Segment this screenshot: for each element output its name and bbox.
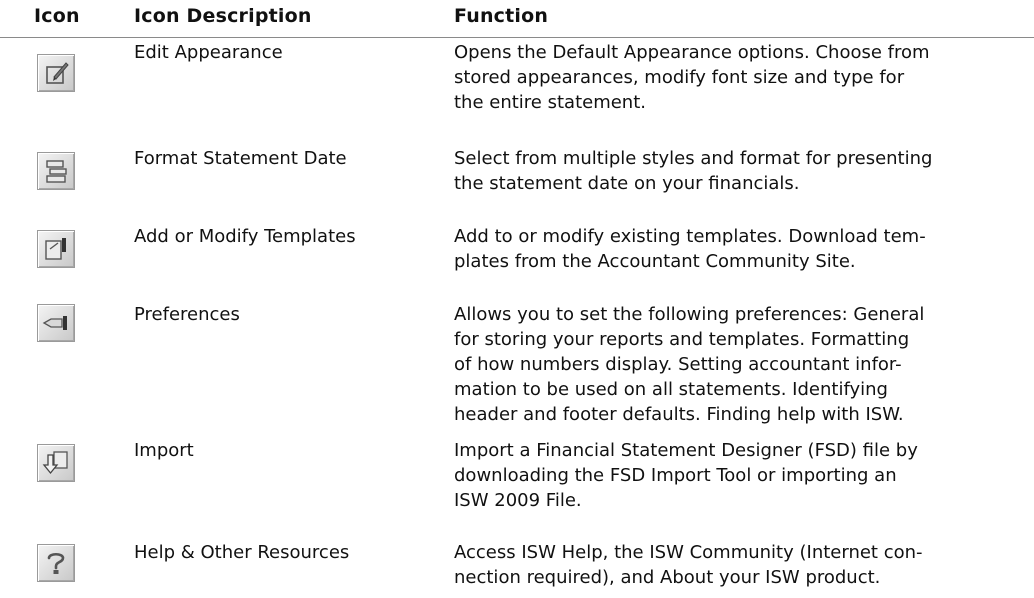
help-icon — [37, 544, 75, 582]
row-description: Edit Appearance — [134, 42, 283, 63]
row-description: Format Statement Date — [134, 148, 347, 169]
format-statement-date-icon — [37, 152, 75, 190]
header-function: Function — [454, 5, 549, 27]
header-icon-description: Icon Description — [134, 5, 312, 27]
table-header-row: Icon Icon Description Function — [0, 0, 1034, 30]
row-description: Add or Modify Templates — [134, 226, 356, 247]
row-function: Import a Financial Statement Designer (F… — [454, 440, 918, 511]
row-function: Allows you to set the following preferen… — [454, 304, 925, 425]
header-divider — [0, 37, 1034, 38]
templates-icon — [37, 230, 75, 268]
header-icon: Icon — [34, 5, 80, 27]
import-icon — [37, 444, 75, 482]
row-function: Add to or modify existing templates. Dow… — [454, 226, 926, 272]
preferences-icon — [37, 304, 75, 342]
row-description: Help & Other Resources — [134, 542, 350, 563]
edit-appearance-icon — [37, 54, 75, 92]
row-function: Opens the Default Appearance options. Ch… — [454, 42, 930, 113]
row-description: Import — [134, 440, 194, 461]
row-description: Preferences — [134, 304, 240, 325]
row-function: Access ISW Help, the ISW Community (Inte… — [454, 542, 923, 588]
row-function: Select from multiple styles and format f… — [454, 148, 933, 194]
